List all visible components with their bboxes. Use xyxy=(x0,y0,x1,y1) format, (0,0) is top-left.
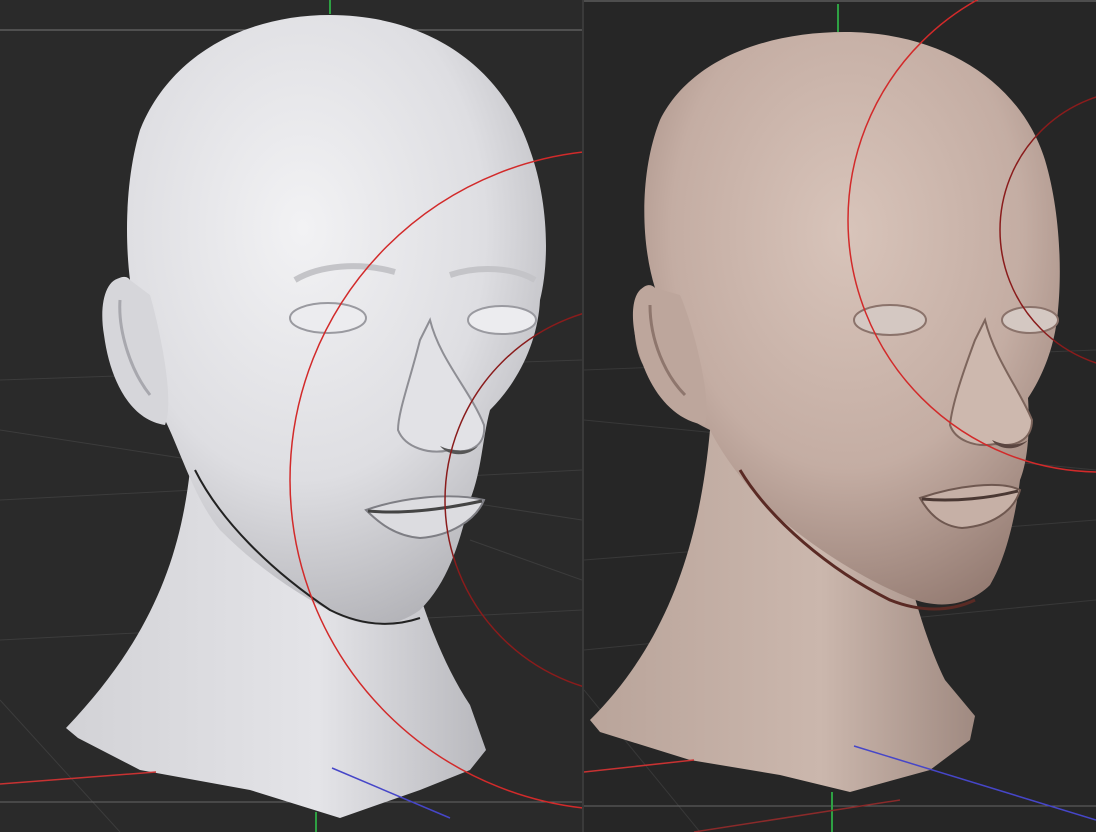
viewport-right-canvas[interactable] xyxy=(584,0,1096,832)
viewport-left-clay[interactable] xyxy=(0,0,582,832)
eye-right-mesh[interactable] xyxy=(467,305,537,335)
eye-right-mesh-right[interactable] xyxy=(1001,306,1059,334)
viewport-left-canvas[interactable] xyxy=(0,0,582,832)
viewport-right-skin[interactable] xyxy=(584,0,1096,832)
eye-left-mesh[interactable] xyxy=(289,302,367,334)
dual-viewport-workspace xyxy=(0,0,1096,832)
x-axis-line xyxy=(0,771,157,785)
